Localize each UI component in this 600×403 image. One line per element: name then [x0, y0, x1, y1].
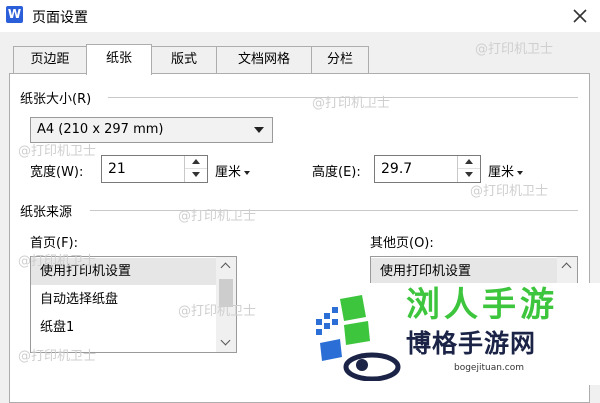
tab-columns[interactable]: 分栏 — [311, 46, 369, 73]
width-unit-label: 厘米 — [215, 165, 242, 180]
width-increment-button[interactable] — [185, 156, 207, 169]
list-item[interactable]: 自动选择纸盘 — [31, 286, 216, 313]
height-unit-dropdown[interactable]: 厘米 — [488, 161, 524, 180]
height-value: 29.7 — [381, 161, 413, 177]
tab-document-grid[interactable]: 文档网格 — [216, 46, 312, 73]
chevron-down-icon — [220, 335, 231, 346]
wps-writer-app-icon: W — [6, 6, 23, 23]
scroll-down-button[interactable] — [216, 334, 236, 352]
arrow-down-icon — [465, 172, 473, 177]
scroll-up-button[interactable] — [557, 257, 577, 275]
tab-paper[interactable]: 纸张 — [86, 44, 152, 75]
chevron-up-icon — [561, 262, 572, 273]
first-page-listbox[interactable]: 使用打印机设置 自动选择纸盘 纸盘1 — [30, 256, 237, 353]
width-spinbox[interactable]: 21 — [101, 155, 208, 183]
paper-source-divider — [90, 210, 578, 211]
width-label: 宽度(W): — [30, 165, 84, 180]
height-unit-label: 厘米 — [488, 165, 515, 180]
height-increment-button[interactable] — [458, 156, 480, 169]
paper-size-section-label: 纸张大小(R) — [20, 88, 96, 107]
paper-size-dropdown[interactable]: A4 (210 x 297 mm) — [30, 117, 273, 143]
caret-down-icon — [244, 170, 251, 175]
height-label: 高度(E): — [312, 165, 361, 180]
other-pages-label: 其他页(O): — [370, 236, 434, 251]
brand-big-text: 浏人手游 — [406, 285, 558, 325]
paper-source-section-label: 纸张来源 — [20, 201, 77, 220]
brand-domain: bogejituan.com — [454, 363, 525, 373]
width-unit-dropdown[interactable]: 厘米 — [215, 161, 251, 180]
tab-layout[interactable]: 版式 — [151, 46, 217, 73]
title-bar: W 页面设置 — [0, 0, 600, 32]
dropdown-arrow-icon — [254, 127, 264, 133]
height-decrement-button[interactable] — [458, 169, 480, 182]
tab-margins[interactable]: 页边距 — [13, 46, 87, 73]
list-item[interactable]: 使用打印机设置 — [371, 258, 557, 285]
first-page-scrollbar[interactable] — [216, 257, 236, 352]
paper-size-selected: A4 (210 x 297 mm) — [37, 122, 164, 137]
arrow-up-icon — [192, 159, 200, 164]
close-button[interactable] — [568, 4, 592, 28]
first-page-label: 首页(F): — [30, 236, 79, 251]
caret-down-icon — [517, 170, 524, 175]
brand-logo — [316, 295, 401, 381]
width-value: 21 — [108, 161, 126, 177]
arrow-down-icon — [192, 172, 200, 177]
width-decrement-button[interactable] — [185, 169, 207, 182]
scroll-up-button[interactable] — [216, 257, 236, 275]
scroll-thumb[interactable] — [219, 279, 233, 307]
watermark: @打印机卫士 — [475, 42, 554, 57]
list-item[interactable]: 使用打印机设置 — [31, 258, 216, 285]
brand-name: 博格手游网 — [406, 329, 537, 358]
arrow-up-icon — [465, 159, 473, 164]
close-icon — [573, 9, 587, 23]
paper-size-divider — [108, 97, 578, 98]
list-item[interactable]: 纸盘1 — [31, 314, 216, 341]
dialog-title: 页面设置 — [32, 10, 88, 26]
chevron-up-icon — [220, 262, 231, 273]
brand-watermark-overlay: 浏人手游 博格手游网 bogejituan.com — [298, 283, 600, 385]
height-spinbox[interactable]: 29.7 — [374, 155, 481, 183]
